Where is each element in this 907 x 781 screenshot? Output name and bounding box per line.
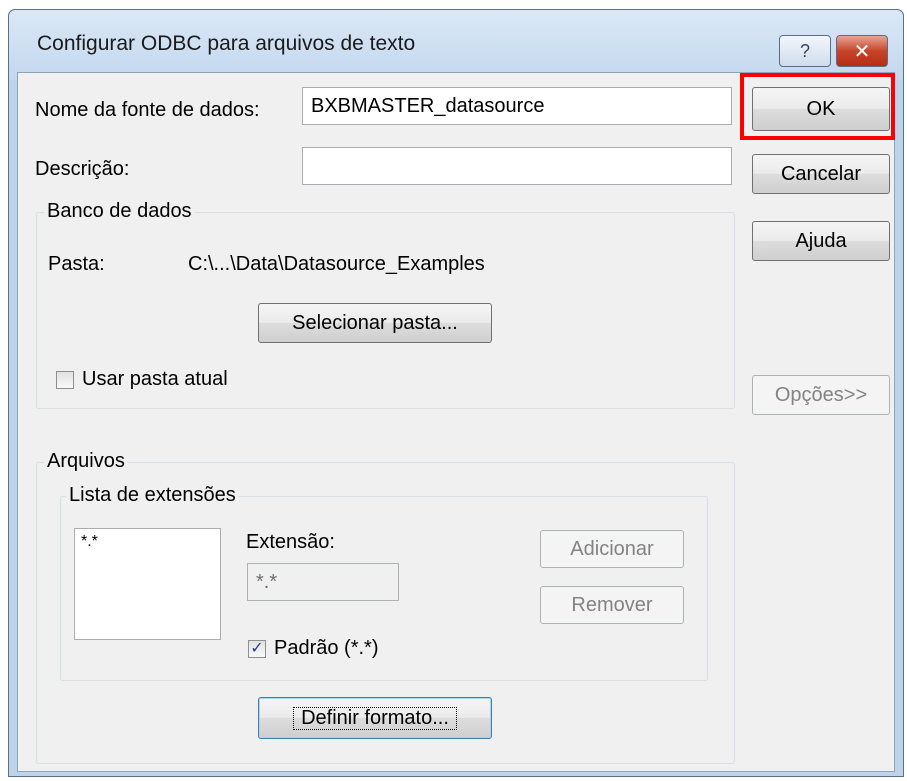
check-icon: ✓ [250,640,264,657]
description-label: Descrição: [35,158,130,180]
datasource-name-input[interactable] [302,87,732,125]
cancel-button[interactable]: Cancelar [752,154,890,194]
ok-button[interactable]: OK [752,87,890,131]
define-format-button[interactable]: Definir formato... [258,697,492,739]
window-title: Configurar ODBC para arquivos de texto [37,32,416,55]
description-input[interactable] [302,147,732,185]
use-current-folder-label: Usar pasta atual [82,368,228,390]
list-item[interactable]: *.* [81,533,214,551]
datasource-name-label: Nome da fonte de dados: [35,99,260,121]
files-group-label: Arquivos [44,450,128,473]
extensions-group-label: Lista de extensões [66,484,239,507]
title-bar[interactable]: Configurar ODBC para arquivos de texto ?… [9,10,903,80]
add-extension-button[interactable]: Adicionar [540,530,684,568]
extension-label: Extensão: [246,531,335,553]
options-button[interactable]: Opções>> [752,375,890,415]
folder-path: C:\...\Data\Datasource_Examples [188,253,485,275]
dialog-window: Configurar ODBC para arquivos de texto ?… [8,9,904,777]
remove-extension-button[interactable]: Remover [540,586,684,624]
extension-list[interactable]: *.* [74,528,221,640]
default-label: Padrão (*.*) [274,637,379,659]
extension-input[interactable] [247,563,399,601]
select-folder-button[interactable]: Selecionar pasta... [258,303,492,343]
default-checkbox[interactable]: ✓ [248,640,266,658]
use-current-folder-checkbox[interactable] [56,371,74,389]
dialog-client-area: Nome da fonte de dados: Descrição: Banco… [17,72,895,772]
folder-label: Pasta: [48,253,105,275]
help-button[interactable]: Ajuda [752,221,890,261]
close-icon[interactable]: ✕ [836,35,888,67]
help-icon[interactable]: ? [779,35,831,67]
database-group-label: Banco de dados [44,200,195,223]
